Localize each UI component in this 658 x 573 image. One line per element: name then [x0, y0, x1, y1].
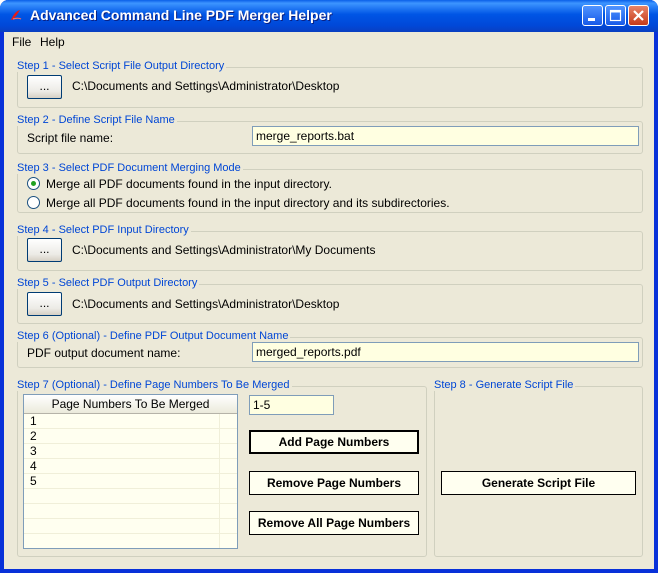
- pdf-output-name-input[interactable]: [252, 342, 639, 362]
- add-page-numbers-button[interactable]: Add Page Numbers: [249, 430, 419, 454]
- step4-browse-button[interactable]: ...: [27, 238, 62, 262]
- maximize-icon: [609, 9, 622, 22]
- step5-group: Step 5 - Select PDF Output Directory ...…: [15, 277, 643, 324]
- list-item-empty: [24, 489, 237, 504]
- close-icon: [633, 10, 644, 21]
- minimize-button[interactable]: [582, 5, 603, 26]
- script-file-name-label: Script file name:: [27, 131, 114, 145]
- remove-page-numbers-button[interactable]: Remove Page Numbers: [249, 471, 419, 495]
- list-item[interactable]: 3: [24, 444, 237, 459]
- merge-mode-option-1-text: Merge all PDF documents found in the inp…: [46, 177, 332, 191]
- pdf-output-name-label: PDF output document name:: [27, 346, 181, 360]
- window-title: Advanced Command Line PDF Merger Helper: [30, 7, 332, 23]
- step4-group: Step 4 - Select PDF Input Directory ... …: [15, 224, 643, 271]
- list-item-empty: [24, 504, 237, 519]
- list-item[interactable]: 5: [24, 474, 237, 489]
- app-window: Advanced Command Line PDF Merger Helper …: [0, 0, 658, 573]
- step1-browse-button[interactable]: ...: [27, 75, 62, 99]
- step8-label: Step 8 - Generate Script File: [432, 379, 576, 391]
- list-item[interactable]: 4: [24, 459, 237, 474]
- step1-group: Step 1 - Select Script File Output Direc…: [15, 60, 643, 108]
- step8-group: Step 8 - Generate Script File Generate S…: [432, 379, 643, 557]
- title-bar[interactable]: Advanced Command Line PDF Merger Helper: [0, 0, 658, 32]
- step5-path: C:\Documents and Settings\Administrator\…: [72, 297, 340, 311]
- step5-browse-button[interactable]: ...: [27, 292, 62, 316]
- page-numbers-list-header[interactable]: Page Numbers To Be Merged: [24, 395, 237, 414]
- merge-mode-option-subdirs[interactable]: Merge all PDF documents found in the inp…: [27, 196, 450, 210]
- list-column-divider: [219, 414, 220, 548]
- step4-path: C:\Documents and Settings\Administrator\…: [72, 243, 376, 257]
- close-button[interactable]: [628, 5, 649, 26]
- page-range-input[interactable]: [249, 395, 334, 415]
- step6-label: Step 6 (Optional) - Define PDF Output Do…: [15, 330, 291, 342]
- step3-label: Step 3 - Select PDF Document Merging Mod…: [15, 162, 243, 174]
- menu-file[interactable]: File: [12, 35, 31, 49]
- step1-path: C:\Documents and Settings\Administrator\…: [72, 79, 340, 93]
- merge-mode-option-input-dir[interactable]: Merge all PDF documents found in the inp…: [27, 177, 332, 191]
- menu-help[interactable]: Help: [40, 35, 65, 49]
- page-numbers-list[interactable]: Page Numbers To Be Merged 1 2 3 4 5: [23, 394, 238, 549]
- pdf-app-icon: [11, 10, 22, 20]
- step7-group: Step 7 (Optional) - Define Page Numbers …: [15, 379, 427, 557]
- script-file-name-input[interactable]: [252, 126, 639, 146]
- radio-unselected-icon[interactable]: [27, 196, 40, 209]
- remove-all-page-numbers-button[interactable]: Remove All Page Numbers: [249, 511, 419, 535]
- list-item-empty: [24, 519, 237, 534]
- radio-selected-icon[interactable]: [27, 177, 40, 190]
- list-item-empty: [24, 534, 237, 548]
- generate-script-file-button[interactable]: Generate Script File: [441, 471, 636, 495]
- list-item[interactable]: 2: [24, 429, 237, 444]
- step2-group: Step 2 - Define Script File Name Script …: [15, 114, 643, 154]
- step4-label: Step 4 - Select PDF Input Directory: [15, 224, 191, 236]
- step7-label: Step 7 (Optional) - Define Page Numbers …: [15, 379, 292, 391]
- step2-label: Step 2 - Define Script File Name: [15, 114, 177, 126]
- step3-group: Step 3 - Select PDF Document Merging Mod…: [15, 162, 643, 213]
- maximize-button[interactable]: [605, 5, 626, 26]
- list-item[interactable]: 1: [24, 414, 237, 429]
- merge-mode-option-2-text: Merge all PDF documents found in the inp…: [46, 196, 450, 210]
- minimize-icon: [588, 18, 595, 21]
- step1-label: Step 1 - Select Script File Output Direc…: [15, 60, 227, 72]
- step5-label: Step 5 - Select PDF Output Directory: [15, 277, 200, 289]
- menu-bar: File Help: [4, 32, 654, 52]
- step6-group: Step 6 (Optional) - Define PDF Output Do…: [15, 330, 643, 368]
